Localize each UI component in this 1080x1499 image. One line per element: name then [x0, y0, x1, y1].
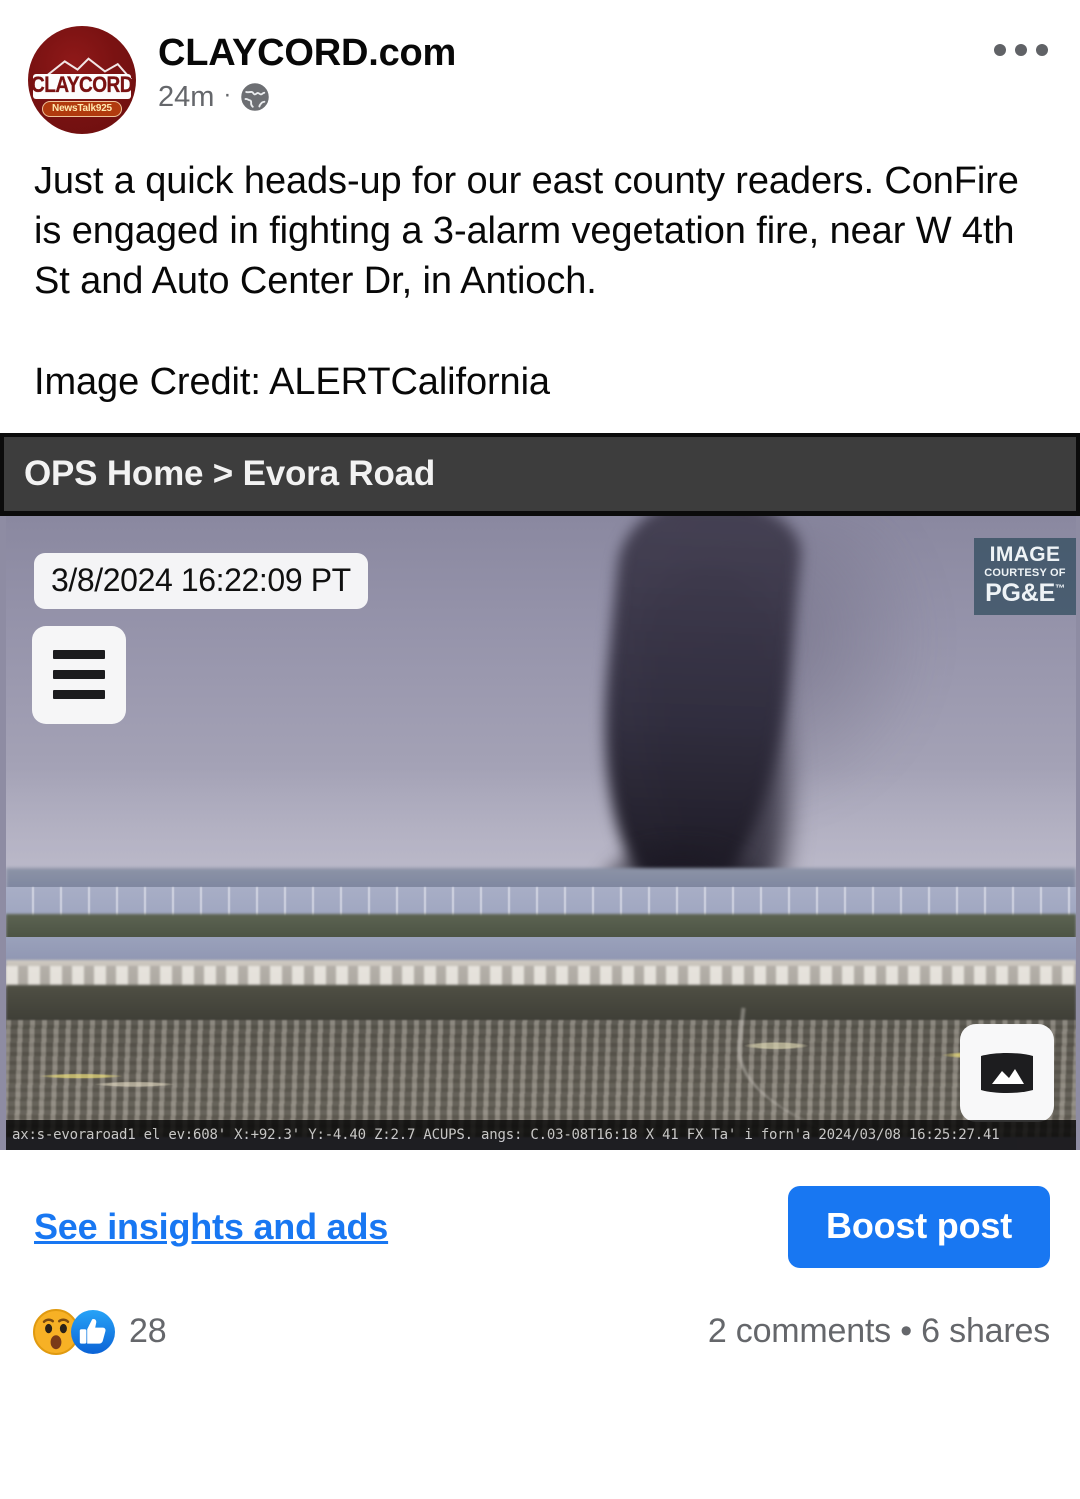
comments-shares-summary[interactable]: 2 comments • 6 shares [708, 1312, 1050, 1351]
camera-image[interactable]: 3/8/2024 16:22:09 PT IMAGE COURTESY OF P… [0, 516, 1080, 1150]
post-header: CLAYCORD NewsTalk925 CLAYCORD.com 24m · [0, 0, 1080, 134]
hamburger-icon-line-2 [53, 670, 105, 679]
breadcrumb: OPS Home > Evora Road [24, 454, 435, 494]
camera-menu-button[interactable] [32, 626, 126, 724]
reaction-icons [32, 1308, 117, 1356]
post-meta-row: 24m · [158, 82, 1052, 114]
ellipsis-icon-dot-3 [1036, 44, 1048, 56]
reaction-count: 28 [129, 1312, 166, 1351]
ellipsis-icon-dot-2 [1015, 44, 1027, 56]
post-timestamp[interactable]: 24m [158, 82, 214, 114]
avatar[interactable]: CLAYCORD NewsTalk925 [28, 26, 136, 134]
avatar-badge: NewsTalk925 [42, 101, 122, 117]
actions-row: See insights and ads Boost post [0, 1150, 1080, 1268]
breadcrumb-bar: OPS Home > Evora Road [0, 433, 1080, 516]
breadcrumb-bar-inner: OPS Home > Evora Road [4, 437, 1076, 511]
pge-watermark-line-1: IMAGE [974, 544, 1076, 566]
see-insights-and-ads-link[interactable]: See insights and ads [34, 1206, 388, 1248]
post-menu-button[interactable] [984, 30, 1058, 70]
post-body-text: Just a quick heads-up for our east count… [0, 134, 1080, 407]
avatar-badge-text: NewsTalk925 [52, 103, 112, 114]
like-reaction-icon [69, 1308, 117, 1356]
industrial-buildings [6, 966, 1076, 986]
camera-timestamp: 3/8/2024 16:22:09 PT [34, 553, 368, 609]
camera-image-canvas: 3/8/2024 16:22:09 PT IMAGE COURTESY OF P… [6, 516, 1076, 1150]
globe-icon[interactable] [240, 82, 270, 112]
hamburger-icon-line-3 [53, 690, 105, 699]
post-header-meta: CLAYCORD.com 24m · [158, 26, 1052, 113]
avatar-wordmark: CLAYCORD [33, 74, 130, 100]
avatar-wordmark-text: CLAYCORD [33, 74, 130, 100]
attachment[interactable]: OPS Home > Evora Road 3/8/2024 16:22:09 … [0, 433, 1080, 1150]
pge-watermark: IMAGE COURTESY OF PG&E™ [974, 538, 1076, 615]
ellipsis-icon-dot-1 [994, 44, 1006, 56]
meta-separator: · [223, 83, 231, 107]
pge-watermark-line-3: PG&E™ [974, 580, 1076, 606]
stats-row: 28 2 comments • 6 shares [0, 1268, 1080, 1356]
boost-post-button[interactable]: Boost post [788, 1186, 1050, 1268]
reactions-summary[interactable]: 28 [32, 1308, 166, 1356]
pge-watermark-line-2: COURTESY OF [974, 568, 1076, 580]
page-name[interactable]: CLAYCORD.com [158, 32, 1052, 75]
panorama-image-icon [979, 1051, 1035, 1095]
hamburger-icon-line-1 [53, 650, 105, 659]
panorama-button[interactable] [960, 1024, 1054, 1122]
camera-status-bar: ax:s-evoraroad1 el ev:608' X:+92.3' Y:-4… [6, 1120, 1076, 1150]
